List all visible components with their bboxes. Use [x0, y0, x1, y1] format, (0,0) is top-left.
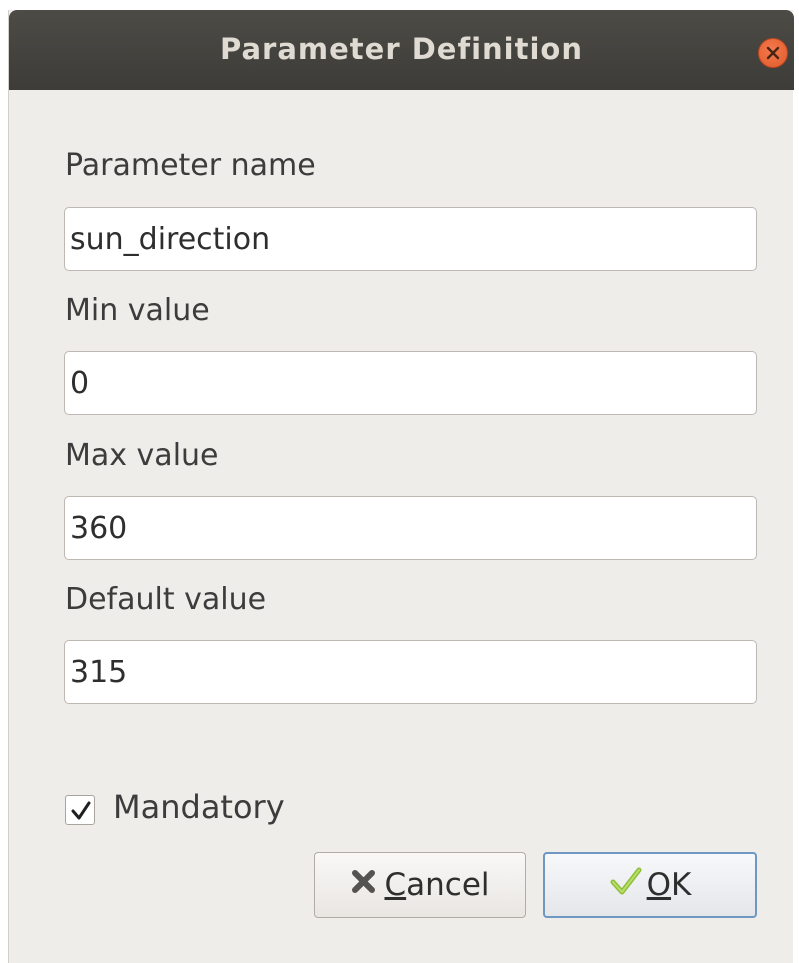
cancel-button[interactable]: Cancel: [314, 852, 526, 918]
parameter-name-input[interactable]: [64, 207, 757, 271]
title-bar[interactable]: Parameter Definition: [9, 10, 794, 90]
mandatory-label: Mandatory: [113, 788, 285, 826]
checkmark-icon: [71, 801, 91, 820]
ok-button[interactable]: OK: [543, 852, 757, 918]
check-icon: [609, 866, 643, 904]
cancel-label-rest: ancel: [406, 867, 490, 903]
ok-mnemonic: O: [646, 867, 672, 903]
close-icon: [766, 46, 780, 60]
max-value-label: Max value: [65, 438, 219, 473]
cancel-label: Cancel: [384, 867, 489, 903]
default-value-label: Default value: [65, 582, 267, 617]
ok-label-rest: K: [671, 867, 692, 903]
parameter-name-label: Parameter name: [65, 148, 316, 183]
dialog-title: Parameter Definition: [220, 32, 583, 66]
max-value-input[interactable]: [64, 496, 757, 560]
ok-label: OK: [647, 867, 692, 903]
parameter-definition-dialog: Parameter Definition Parameter name Min …: [8, 10, 794, 963]
default-value-input[interactable]: [64, 640, 757, 704]
cancel-mnemonic: C: [384, 867, 407, 903]
close-button[interactable]: [758, 38, 788, 68]
min-value-input[interactable]: [64, 351, 757, 415]
mandatory-checkbox[interactable]: [65, 795, 95, 825]
min-value-label: Min value: [65, 293, 210, 328]
x-icon: [350, 867, 380, 903]
